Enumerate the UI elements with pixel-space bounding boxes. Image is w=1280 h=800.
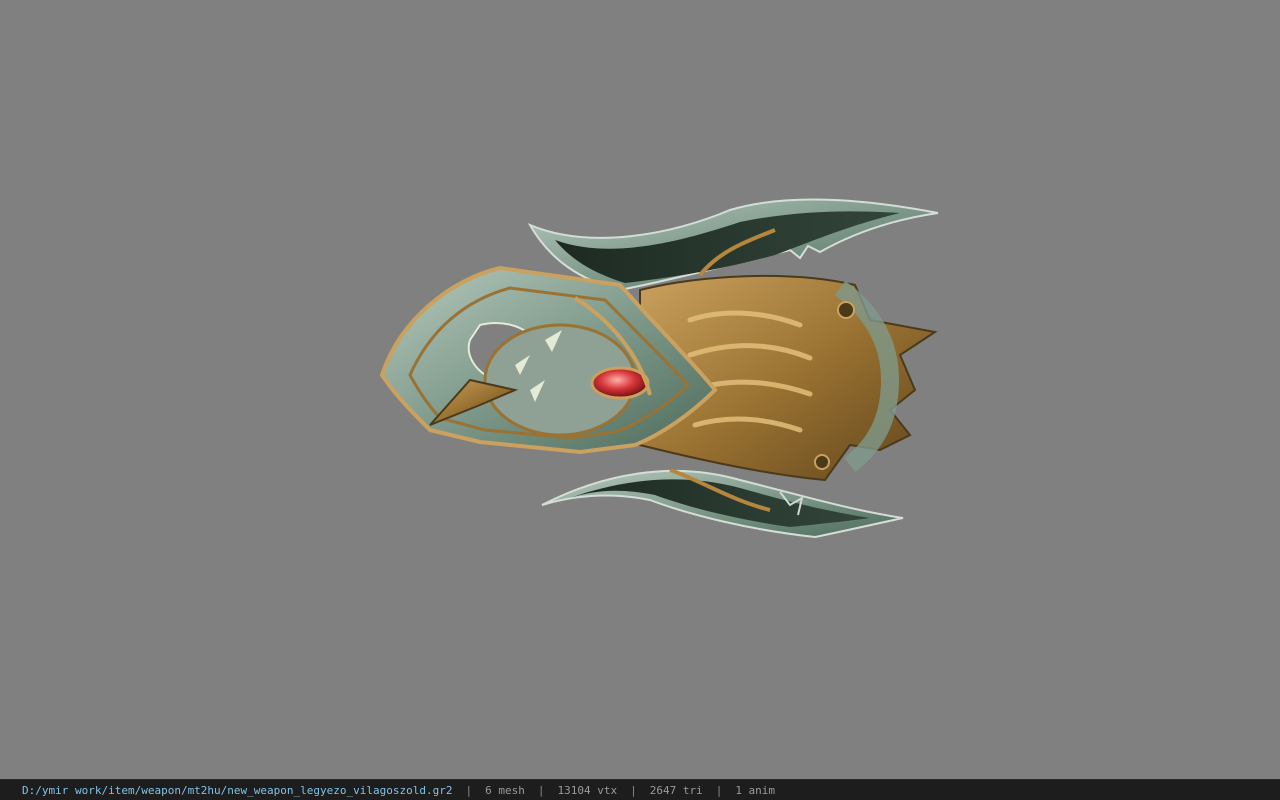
status-bar: D:/ymir work/item/weapon/mt2hu/new_weapo… xyxy=(0,779,1280,800)
separator: | xyxy=(630,783,637,797)
mesh-count-label: 6 mesh xyxy=(485,783,525,797)
separator: | xyxy=(465,783,473,797)
triangle-count-label: 2647 tri xyxy=(649,783,703,797)
model-viewport[interactable] xyxy=(0,0,1280,779)
vertex-count-label: 13104 vtx xyxy=(557,783,618,797)
separator: | xyxy=(537,783,545,797)
separator: | xyxy=(715,783,723,797)
red-gem-eye xyxy=(590,366,650,400)
weapon-model-render[interactable] xyxy=(370,180,950,550)
animation-count-label: 1 anim xyxy=(735,783,776,797)
file-path-label: D:/ymir work/item/weapon/mt2hu/new_weapo… xyxy=(22,783,453,797)
lower-blade xyxy=(541,468,904,539)
